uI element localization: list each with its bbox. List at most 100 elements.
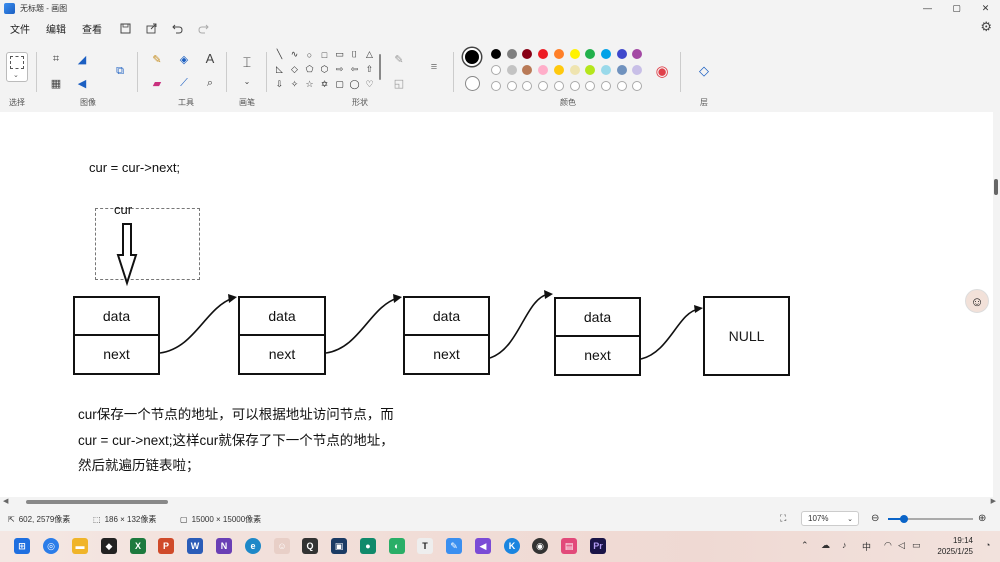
drawing-canvas[interactable]: cur = cur->next; cur data next data next…: [0, 112, 993, 497]
shape-option[interactable]: □: [319, 49, 330, 60]
shape-option[interactable]: ▭: [334, 49, 345, 60]
ime-indicator[interactable]: 中: [862, 540, 871, 553]
search-icon[interactable]: ◎: [43, 538, 59, 554]
shape-option[interactable]: ⌷: [349, 49, 360, 60]
shape-option[interactable]: ╲: [274, 49, 285, 60]
image-generator-icon[interactable]: ⧉: [113, 64, 127, 78]
windows-start-icon[interactable]: ⊞: [14, 538, 30, 554]
shape-option[interactable]: ○: [304, 49, 315, 60]
color-swatch[interactable]: [616, 65, 627, 75]
secondary-color-button[interactable]: [465, 76, 480, 91]
primary-color-button[interactable]: [463, 48, 481, 66]
app-icon-4[interactable]: K: [504, 538, 520, 554]
vertical-scrollbar[interactable]: [993, 112, 1000, 497]
color-swatch[interactable]: [506, 49, 517, 59]
custom-color-slot[interactable]: [553, 81, 564, 91]
select-tool-button[interactable]: ⌄: [6, 52, 28, 82]
wifi-icon[interactable]: ◠: [884, 540, 892, 551]
shape-option[interactable]: ⇧: [364, 64, 375, 75]
minimize-button[interactable]: —: [913, 0, 942, 16]
shapes-scrollbar[interactable]: [379, 54, 381, 80]
powerpoint-icon[interactable]: P: [158, 538, 174, 554]
custom-color-slot[interactable]: [506, 81, 517, 91]
shape-option[interactable]: ☆: [304, 79, 315, 90]
app-icon-5[interactable]: ▤: [561, 538, 577, 554]
color-swatch[interactable]: [522, 49, 533, 59]
close-button[interactable]: ✕: [971, 0, 1000, 16]
onedrive-icon[interactable]: ☁: [821, 540, 830, 551]
zoom-select[interactable]: 107% ⌄: [801, 511, 859, 526]
fit-to-window-icon[interactable]: ⛶: [780, 513, 786, 524]
custom-color-slot[interactable]: [569, 81, 580, 91]
shape-option[interactable]: ◺: [274, 64, 285, 75]
shape-option[interactable]: ⇩: [274, 79, 285, 90]
undo-icon[interactable]: [166, 17, 188, 39]
crop-icon[interactable]: ⌗: [49, 52, 63, 66]
qq-icon[interactable]: Q: [302, 538, 318, 554]
color-swatch[interactable]: [585, 49, 596, 59]
excel-icon[interactable]: X: [130, 538, 146, 554]
app-icon-2[interactable]: ▣: [331, 538, 347, 554]
text-icon[interactable]: A: [203, 51, 217, 66]
zoom-slider-knob[interactable]: [900, 515, 908, 523]
color-swatch[interactable]: [491, 49, 501, 59]
color-swatch[interactable]: [553, 65, 564, 75]
wechat-icon[interactable]: ◐: [389, 538, 405, 554]
save-icon[interactable]: [114, 17, 136, 39]
menu-edit[interactable]: 编辑: [38, 21, 74, 36]
color-picker-icon[interactable]: ⟋: [177, 76, 191, 90]
pencil-icon[interactable]: ✎: [150, 52, 164, 66]
clock[interactable]: 19:14 2025/1/25: [937, 535, 973, 557]
obs-icon[interactable]: ◉: [532, 538, 548, 554]
color-swatch[interactable]: [553, 49, 564, 59]
menu-view[interactable]: 查看: [74, 21, 110, 36]
layers-icon[interactable]: ◇: [697, 63, 711, 78]
maximize-button[interactable]: ▢: [942, 0, 971, 16]
color-swatch[interactable]: [491, 65, 501, 75]
shape-option[interactable]: ◇: [289, 64, 300, 75]
shape-option[interactable]: ▢: [334, 79, 345, 90]
microphone-icon[interactable]: ♪: [842, 540, 847, 550]
custom-color-slot[interactable]: [600, 81, 611, 91]
menu-file[interactable]: 文件: [2, 21, 38, 36]
vertical-scroll-thumb[interactable]: [994, 179, 998, 195]
magnifier-icon[interactable]: ⌕: [203, 76, 217, 90]
chevron-down-icon[interactable]: ⌄: [240, 74, 254, 88]
share-icon[interactable]: [140, 17, 162, 39]
shape-option[interactable]: ∿: [289, 49, 300, 60]
color-swatch[interactable]: [585, 65, 596, 75]
volume-icon[interactable]: ◁: [898, 540, 905, 551]
custom-color-slot[interactable]: [538, 81, 549, 91]
color-swatch[interactable]: [616, 49, 627, 59]
paint-taskbar-icon[interactable]: ✎: [446, 538, 462, 554]
custom-color-slot[interactable]: [491, 81, 501, 91]
rotate-icon[interactable]: ◀: [75, 76, 89, 90]
shape-option[interactable]: ⬠: [304, 64, 315, 75]
visual-studio-icon[interactable]: ◀: [475, 538, 491, 554]
redo-icon[interactable]: [192, 17, 214, 39]
zoom-slider[interactable]: [888, 515, 973, 523]
eraser-icon[interactable]: ▰: [150, 76, 164, 90]
shape-option[interactable]: ⇦: [349, 64, 360, 75]
custom-color-slot[interactable]: [616, 81, 627, 91]
word-icon[interactable]: W: [187, 538, 203, 554]
notification-icon[interactable]: ◔: [985, 540, 990, 550]
onenote-icon[interactable]: N: [216, 538, 232, 554]
shape-option[interactable]: ♡: [364, 79, 375, 90]
file-explorer-icon[interactable]: ▬: [72, 538, 88, 554]
color-swatch[interactable]: [522, 65, 533, 75]
color-swatch[interactable]: [538, 65, 549, 75]
settings-icon[interactable]: ⚙: [980, 19, 992, 35]
shape-option[interactable]: ⇨: [334, 64, 345, 75]
horizontal-scrollbar[interactable]: ◀ ▶: [0, 497, 1000, 507]
fill-bucket-icon[interactable]: ◈: [177, 52, 191, 66]
shape-option[interactable]: ✡: [319, 79, 330, 90]
custom-color-slot[interactable]: [522, 81, 533, 91]
custom-color-slot[interactable]: [632, 81, 643, 91]
zoom-out-icon[interactable]: ⊖: [871, 513, 879, 524]
app-icon-3[interactable]: ●: [360, 538, 376, 554]
color-swatch[interactable]: [506, 65, 517, 75]
color-swatch[interactable]: [600, 65, 611, 75]
outline-icon[interactable]: ✎: [392, 52, 406, 66]
typora-icon[interactable]: T: [417, 538, 433, 554]
